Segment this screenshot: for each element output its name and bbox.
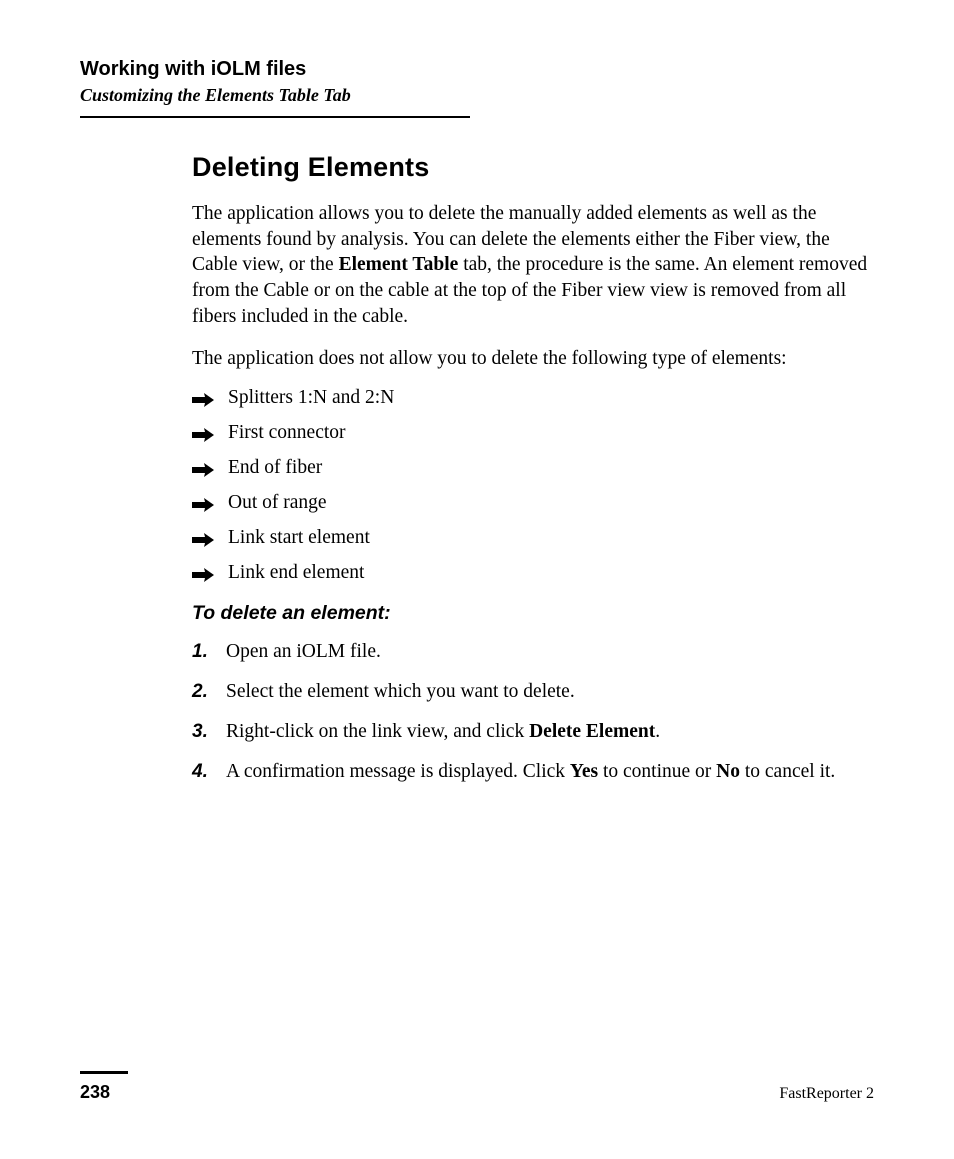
- chapter-title: Working with iOLM files: [80, 58, 874, 81]
- step4-after: to cancel it.: [740, 761, 835, 782]
- step4-bold2: No: [716, 761, 740, 782]
- step3-bold: Delete Element: [529, 721, 655, 742]
- p1-bold: Element Table: [339, 254, 459, 275]
- page-number: 238: [80, 1082, 110, 1103]
- procedure-steps: 1. Open an iOLM file. 2. Select the elem…: [192, 639, 870, 784]
- step-number: 1.: [192, 639, 212, 664]
- intro-paragraph-2: The application does not allow you to de…: [192, 346, 870, 372]
- step-text: Right-click on the link view, and click …: [226, 719, 870, 745]
- step-number: 3.: [192, 719, 212, 744]
- header-rule: [80, 116, 470, 118]
- page-header: Working with iOLM files Customizing the …: [80, 58, 874, 118]
- arrow-icon: [192, 498, 214, 512]
- page: Working with iOLM files Customizing the …: [0, 0, 954, 1159]
- bullet-text: First connector: [228, 422, 346, 444]
- bullet-text: Splitters 1:N and 2:N: [228, 387, 394, 409]
- step-item: 2. Select the element which you want to …: [192, 679, 870, 705]
- content-area: Deleting Elements The application allows…: [192, 152, 870, 784]
- step4-mid: to continue or: [598, 761, 716, 782]
- bullet-text: Out of range: [228, 492, 327, 514]
- step-text: Open an iOLM file.: [226, 639, 870, 665]
- step-item: 3. Right-click on the link view, and cli…: [192, 719, 870, 745]
- step-item: 1. Open an iOLM file.: [192, 639, 870, 665]
- list-item: Out of range: [192, 492, 870, 514]
- step-number: 2.: [192, 679, 212, 704]
- footer-rule: [80, 1071, 128, 1074]
- procedure-title: To delete an element:: [192, 602, 870, 625]
- list-item: First connector: [192, 422, 870, 444]
- footer-row: 238 FastReporter 2: [80, 1082, 874, 1103]
- bullet-text: End of fiber: [228, 457, 322, 479]
- arrow-icon: [192, 568, 214, 582]
- arrow-icon: [192, 393, 214, 407]
- list-item: Link end element: [192, 562, 870, 584]
- step-text: A confirmation message is displayed. Cli…: [226, 759, 870, 785]
- list-item: Splitters 1:N and 2:N: [192, 387, 870, 409]
- bullet-text: Link end element: [228, 562, 364, 584]
- arrow-icon: [192, 428, 214, 442]
- intro-paragraph-1: The application allows you to delete the…: [192, 201, 870, 330]
- step3-before: Right-click on the link view, and click: [226, 721, 529, 742]
- page-footer: 238 FastReporter 2: [80, 1071, 874, 1103]
- section-breadcrumb: Customizing the Elements Table Tab: [80, 85, 874, 106]
- step-item: 4. A confirmation message is displayed. …: [192, 759, 870, 785]
- section-heading: Deleting Elements: [192, 152, 870, 183]
- step-text: Select the element which you want to del…: [226, 679, 870, 705]
- list-item: End of fiber: [192, 457, 870, 479]
- arrow-icon: [192, 463, 214, 477]
- arrow-icon: [192, 533, 214, 547]
- step4-bold1: Yes: [570, 761, 598, 782]
- list-item: Link start element: [192, 527, 870, 549]
- step3-after: .: [655, 721, 660, 742]
- step-number: 4.: [192, 759, 212, 784]
- step4-before: A confirmation message is displayed. Cli…: [226, 761, 570, 782]
- bullet-text: Link start element: [228, 527, 370, 549]
- exclusion-list: Splitters 1:N and 2:N First connector En…: [192, 387, 870, 584]
- product-name: FastReporter 2: [779, 1085, 874, 1103]
